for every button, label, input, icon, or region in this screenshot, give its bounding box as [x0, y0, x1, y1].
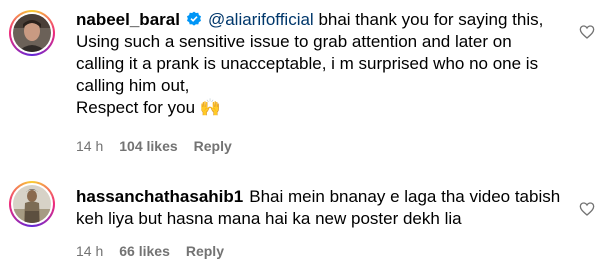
comment-timestamp: 14 h	[76, 243, 104, 259]
comment-item: hassanchathasahib1 Bhai mein bnanay e lag…	[0, 163, 607, 273]
avatar	[13, 14, 51, 52]
avatar	[13, 185, 51, 223]
comment-timestamp: 14 h	[76, 138, 104, 154]
comment-username[interactable]: hassanchathasahib1	[76, 187, 243, 206]
comment-meta: 14 h 66 likes Reply	[76, 243, 224, 259]
comment-item: nabeel_baral @aliarifofficial bhai thank …	[0, 0, 607, 163]
reply-button[interactable]: Reply	[186, 243, 224, 259]
person-avatar-icon	[13, 185, 51, 223]
person-avatar-icon	[13, 14, 51, 52]
like-heart-icon[interactable]	[579, 24, 595, 40]
comment-likes-count[interactable]: 66 likes	[119, 243, 170, 259]
avatar-story-ring[interactable]	[9, 181, 55, 227]
avatar-story-ring[interactable]	[9, 10, 55, 56]
raising-hands-emoji: 🙌	[199, 98, 221, 117]
comment-mention-link[interactable]: @aliarifofficial	[208, 10, 314, 29]
comment-body: hassanchathasahib1 Bhai mein bnanay e lag…	[76, 186, 567, 230]
reply-button[interactable]: Reply	[194, 138, 232, 154]
comment-username[interactable]: nabeel_baral	[76, 10, 180, 29]
verified-badge-icon	[186, 11, 201, 26]
comment-body: nabeel_baral @aliarifofficial bhai thank …	[76, 9, 567, 119]
comment-likes-count[interactable]: 104 likes	[119, 138, 177, 154]
like-heart-icon[interactable]	[579, 201, 595, 217]
comment-meta: 14 h 104 likes Reply	[76, 138, 232, 154]
